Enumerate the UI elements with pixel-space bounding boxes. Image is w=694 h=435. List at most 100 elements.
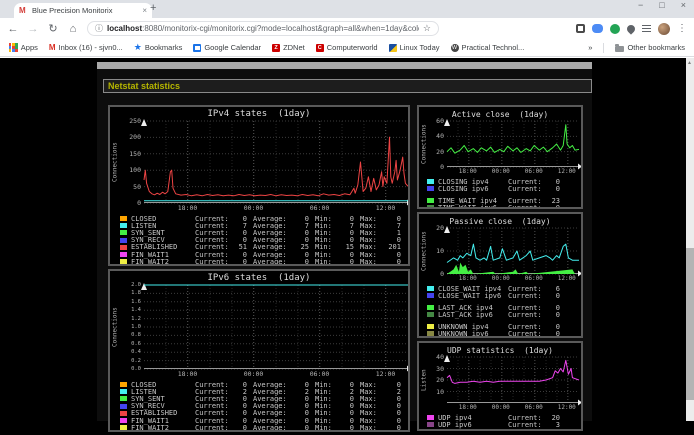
minimize-button[interactable]: − bbox=[638, 0, 643, 10]
home-icon[interactable]: ⌂ bbox=[67, 23, 79, 35]
legend-stat-name: Current: bbox=[508, 421, 544, 429]
chart-plot[interactable] bbox=[447, 357, 579, 403]
legend-row: CLOSE_WAIT ipv6Current:0 bbox=[427, 292, 581, 299]
legend-swatch bbox=[427, 415, 434, 420]
bookmark-computerworld[interactable]: C Computerworld bbox=[316, 43, 378, 52]
browser-tab[interactable]: M Blue Precision Monitorix × bbox=[14, 3, 152, 18]
extension-green-icon[interactable] bbox=[610, 24, 620, 34]
zdnet-icon: Z bbox=[272, 44, 280, 52]
x-tick-label: 12:00 bbox=[376, 204, 396, 212]
y-axis-label: Connections bbox=[419, 121, 429, 167]
x-tick-label: 12:00 bbox=[558, 168, 576, 175]
x-tick-label: 18:00 bbox=[459, 168, 477, 175]
bookmark-google-calendar[interactable]: Google Calendar bbox=[193, 43, 261, 52]
x-tick-label: 12:00 bbox=[376, 370, 396, 378]
bookmarks-overflow-chevron[interactable]: » bbox=[588, 43, 592, 52]
extension-square-icon[interactable] bbox=[576, 24, 585, 33]
other-bookmarks[interactable]: Other bookmarks bbox=[615, 43, 685, 52]
gmail-icon: M bbox=[49, 43, 56, 52]
x-tick-label: 18:00 bbox=[178, 204, 198, 212]
bookmark-apps[interactable]: Apps bbox=[9, 43, 38, 52]
legend-stat-name: Current: bbox=[508, 185, 544, 193]
y-tick-label: 20 bbox=[436, 377, 444, 384]
legend-row: TIME_WAIT ipv6Current:0 bbox=[427, 204, 581, 209]
x-axis-ticks: 18:0000:0006:0012:00 bbox=[110, 369, 408, 378]
x-tick-label: 00:00 bbox=[492, 275, 510, 282]
bookmark-label: Practical Technol... bbox=[462, 43, 525, 52]
close-button[interactable]: × bbox=[681, 0, 686, 10]
legend-swatch bbox=[427, 324, 434, 329]
legend-stat-value: 0 bbox=[381, 258, 401, 266]
legend-swatch bbox=[427, 186, 434, 191]
scrollbar-thumb[interactable] bbox=[686, 248, 694, 400]
legend-swatch bbox=[427, 312, 434, 317]
plot-row: Connections050100150200250 bbox=[110, 121, 408, 203]
address-bar[interactable]: ⓘ localhost:8080/monitorix-cgi/monitorix… bbox=[87, 21, 439, 36]
legend-stat-value: 0 bbox=[544, 330, 560, 338]
y-tick-label: 30 bbox=[436, 366, 444, 373]
page-scrollbar[interactable]: ▲ bbox=[686, 58, 694, 421]
bookmark-label: Google Calendar bbox=[204, 43, 261, 52]
bookmark-practical-technology[interactable]: W Practical Technol... bbox=[451, 43, 525, 52]
browser-menu-icon[interactable]: ⋮ bbox=[677, 23, 687, 34]
legend-row: UNKNOWN ipv6Current:0 bbox=[427, 330, 581, 337]
chart-plot[interactable] bbox=[144, 121, 408, 203]
legend-stat-name: Current: bbox=[195, 258, 229, 266]
legend-swatch bbox=[120, 230, 127, 235]
back-icon[interactable]: ← bbox=[7, 23, 19, 35]
linux-today-icon bbox=[389, 44, 397, 52]
legend-stat-name: Min: bbox=[315, 258, 336, 266]
section-header: Netstat statistics bbox=[103, 79, 592, 93]
chart-plot[interactable] bbox=[144, 285, 408, 369]
maximize-button[interactable]: □ bbox=[659, 0, 664, 10]
y-axis-label: Connections bbox=[110, 285, 120, 369]
legend-swatch bbox=[120, 404, 127, 409]
url-host: localhost bbox=[107, 24, 142, 33]
y-tick-label: 10 bbox=[436, 248, 444, 255]
bookmark-zdnet[interactable]: Z ZDNet bbox=[272, 43, 305, 52]
x-tick-label: 12:00 bbox=[558, 404, 576, 411]
chart-legend: CLOSEDCurrent:0Average:0Min:0Max:0LISTEN… bbox=[110, 215, 408, 265]
bookmark-linux-today[interactable]: Linux Today bbox=[389, 43, 440, 52]
netstat-content: Netstat statistics IPv4 states (1day)Con… bbox=[97, 69, 592, 421]
extension-blue-icon[interactable] bbox=[592, 24, 603, 33]
legend-swatch bbox=[120, 245, 127, 250]
y-tick-label: 50 bbox=[133, 184, 141, 191]
new-tab-button[interactable]: + bbox=[150, 2, 156, 14]
page-info-icon[interactable]: ⓘ bbox=[95, 23, 103, 34]
bookmark-bookmarks[interactable]: ★ Bookmarks bbox=[134, 42, 183, 53]
legend-swatch bbox=[120, 238, 127, 243]
legend-stat-value: 0 bbox=[229, 258, 247, 266]
y-tick-label: 0.8 bbox=[131, 332, 141, 339]
extension-list-icon[interactable] bbox=[642, 25, 651, 33]
y-tick-label: 40 bbox=[436, 133, 444, 140]
chart-plot[interactable] bbox=[447, 228, 579, 274]
legend-swatch bbox=[120, 389, 127, 394]
extension-pin-icon[interactable] bbox=[625, 23, 636, 34]
legend-swatch bbox=[427, 293, 434, 298]
reload-icon[interactable]: ↻ bbox=[47, 22, 59, 35]
profile-avatar[interactable] bbox=[658, 23, 670, 35]
bookmark-label: Bookmarks bbox=[145, 43, 183, 52]
passive-close-graph-panel: Passive close (1day)Connections0102018:0… bbox=[417, 212, 583, 338]
forward-icon[interactable]: → bbox=[27, 23, 39, 35]
bookmark-label: Other bookmarks bbox=[627, 43, 685, 52]
url-text[interactable]: localhost:8080/monitorix-cgi/monitorix.c… bbox=[107, 24, 419, 33]
scrollbar-up-arrow[interactable]: ▲ bbox=[687, 60, 692, 66]
chart-plot[interactable] bbox=[447, 121, 579, 167]
x-tick-label: 18:00 bbox=[178, 370, 198, 378]
left-graph-column: IPv4 states (1day)Connections05010015020… bbox=[108, 105, 410, 435]
apps-grid-icon bbox=[9, 43, 18, 52]
y-tick-label: 1.8 bbox=[131, 290, 141, 297]
legend-label: UDP ipv6 bbox=[438, 421, 508, 429]
bookmark-star-icon[interactable]: ☆ bbox=[423, 23, 431, 34]
legend-swatch bbox=[120, 411, 127, 416]
x-tick-label: 06:00 bbox=[525, 275, 543, 282]
legend-stat-value: 0 bbox=[544, 204, 560, 210]
bookmark-inbox[interactable]: M Inbox (16) - sjvn0... bbox=[49, 43, 123, 52]
legend-stat-name: Min: bbox=[315, 424, 336, 432]
y-tick-label: 2.0 bbox=[131, 282, 141, 289]
active-close-graph-panel: Active close (1day)Connections020406018:… bbox=[417, 105, 583, 209]
tab-close-icon[interactable]: × bbox=[142, 6, 147, 15]
legend-swatch bbox=[427, 305, 434, 310]
